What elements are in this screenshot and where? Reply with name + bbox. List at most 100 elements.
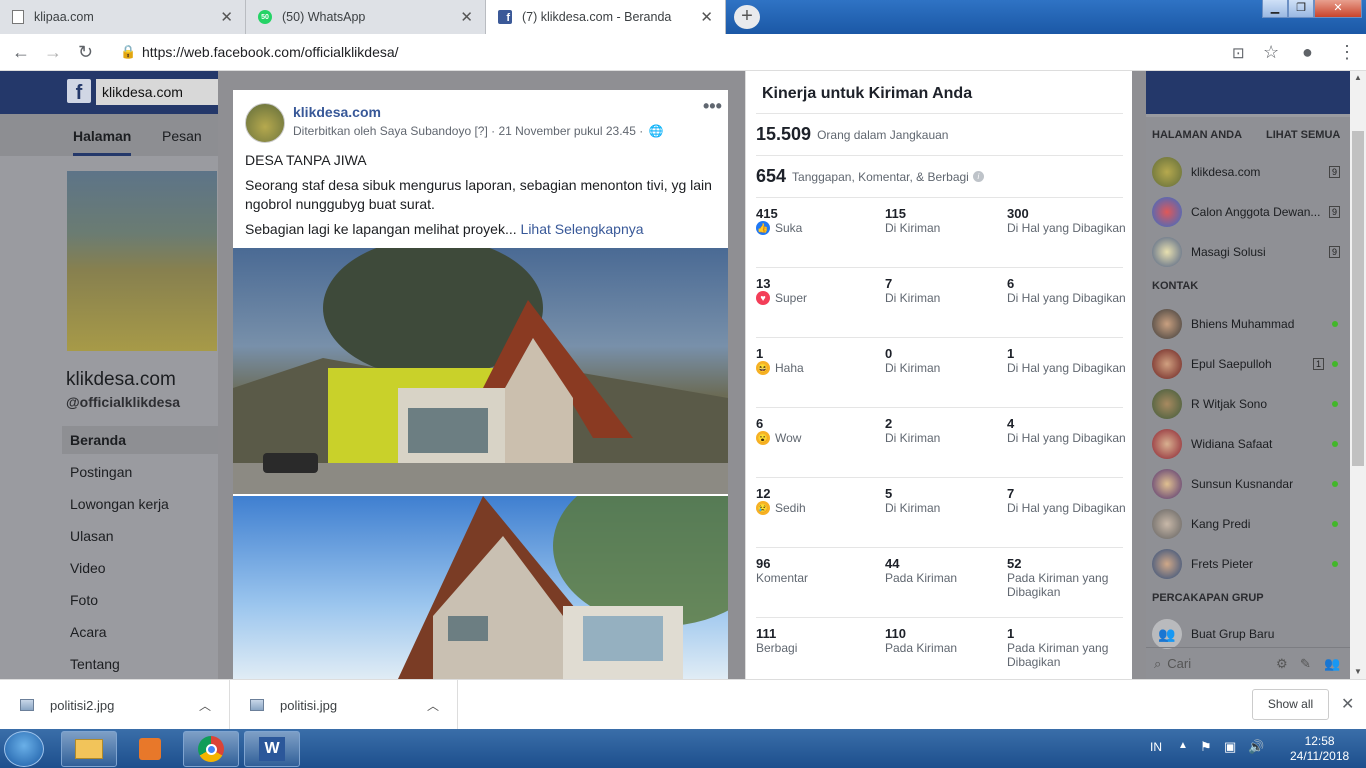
contact-name: Epul Saepulloh <box>1191 357 1272 371</box>
stat-on-shares-label: Di Hal yang Dibagikan <box>1007 361 1126 375</box>
see-all-link[interactable]: LIHAT SEMUA <box>1266 129 1340 141</box>
tab-facebook[interactable]: f (7) klikdesa.com - Beranda ✕ <box>486 0 726 34</box>
stat-label: Berbagi <box>756 641 798 655</box>
facebook-search-input[interactable]: klikdesa.com <box>96 79 218 105</box>
scroll-down-icon[interactable]: ▼ <box>1354 667 1362 676</box>
stat-row-comments: 96 Komentar 44 Pada Kiriman 52 Pada Kiriman… <box>756 547 1123 617</box>
page-avatar[interactable] <box>245 103 285 143</box>
tray-expand-icon[interactable]: ▲ <box>1178 740 1188 751</box>
browser-toolbar: ← → ↻ 🔒 https://web.facebook.com/officia… <box>0 34 1366 71</box>
new-tab-button[interactable]: + <box>734 5 760 29</box>
close-icon[interactable]: ✕ <box>1341 694 1354 714</box>
nav-postingan[interactable]: Postingan <box>62 458 218 486</box>
contact-name: Kang Predi <box>1191 517 1251 531</box>
stat-row-wow: 6 😮 Wow 2 Di Kiriman 4 Di Hal yang Dibagikan <box>756 407 1126 477</box>
contact-item[interactable]: Frets Pieter <box>1152 547 1342 581</box>
device-icon[interactable]: ▣ <box>1224 739 1236 755</box>
forward-icon[interactable]: → <box>44 42 62 63</box>
post-page-name[interactable]: klikdesa.com <box>293 104 381 120</box>
more-options-icon[interactable]: ••• <box>703 96 722 117</box>
download-item[interactable]: politisi.jpg ︿ <box>230 680 458 730</box>
tab-whatsapp[interactable]: 50 (50) WhatsApp ✕ <box>246 0 486 34</box>
translate-icon[interactable]: ⊡ <box>1232 44 1245 62</box>
download-item[interactable]: politisi2.jpg ︿ <box>0 680 230 730</box>
your-pages-header: HALAMAN ANDA <box>1152 129 1243 141</box>
tab-pesan[interactable]: Pesan <box>162 128 202 144</box>
file-explorer-icon[interactable] <box>61 731 117 767</box>
scrollbar-thumb[interactable] <box>1352 131 1364 466</box>
nav-acara[interactable]: Acara <box>62 618 218 646</box>
contact-item[interactable]: R Witjak Sono <box>1152 387 1342 421</box>
back-icon[interactable]: ← <box>12 42 30 63</box>
contact-item[interactable]: Sunsun Kusnandar <box>1152 467 1342 501</box>
action-center-icon[interactable]: ⚑ <box>1200 739 1212 755</box>
sidebar-page-item[interactable]: Masagi Solusi 9 <box>1152 235 1342 269</box>
page-profile-picture[interactable] <box>67 171 217 351</box>
stat-on-shares-label: Pada Kiriman yang Dibagikan <box>1007 641 1109 669</box>
contact-item[interactable]: Kang Predi <box>1152 507 1342 541</box>
clock[interactable]: 12:58 24/11/2018 <box>1290 734 1349 764</box>
stat-row-haha: 1 😆 Haha 0 Di Kiriman 1 Di Hal yang Dibagika… <box>756 337 1126 407</box>
address-bar[interactable]: https://web.facebook.com/officialklikdes… <box>142 44 399 60</box>
facebook-logo-icon[interactable]: f <box>67 79 91 104</box>
contact-item[interactable]: Epul Saepulloh 1 <box>1152 347 1342 381</box>
stat-on-post-label: Di Kiriman <box>885 431 941 445</box>
nav-tentang[interactable]: Tentang <box>62 650 218 678</box>
close-icon[interactable]: ✕ <box>460 8 473 26</box>
post-image[interactable] <box>233 248 728 494</box>
contact-item[interactable]: Bhiens Muhammad <box>1152 307 1342 341</box>
contact-item[interactable]: Widiana Safaat <box>1152 427 1342 461</box>
scroll-up-icon[interactable]: ▲ <box>1354 73 1362 82</box>
minimize-button[interactable]: ▁ <box>1262 0 1288 18</box>
sidebar-page-item[interactable]: klikdesa.com 9 <box>1152 155 1342 189</box>
page-scrollbar[interactable]: ▲ ▼ <box>1350 71 1366 679</box>
new-group-item[interactable]: 👥 Buat Grup Baru <box>1152 617 1342 651</box>
see-more-link[interactable]: Lihat Selengkapnya <box>521 221 644 237</box>
word-icon[interactable]: W <box>244 731 300 767</box>
browser-tab-strip: klipaa.com ✕ 50 (50) WhatsApp ✕ f (7) kl… <box>0 0 1366 34</box>
tab-halaman[interactable]: Halaman <box>73 128 132 156</box>
info-icon[interactable]: i <box>972 171 984 182</box>
tab-klipaa[interactable]: klipaa.com ✕ <box>0 0 246 34</box>
chevron-up-icon[interactable]: ︿ <box>427 697 439 714</box>
nav-lowongan-kerja[interactable]: Lowongan kerja <box>62 490 218 518</box>
page-item-name: Masagi Solusi <box>1191 245 1266 259</box>
post-image[interactable] <box>233 496 728 679</box>
close-icon[interactable]: ✕ <box>220 8 233 26</box>
language-indicator[interactable]: IN <box>1150 740 1162 754</box>
stat-on-post-label: Pada Kiriman <box>885 571 958 585</box>
new-group-label: Buat Grup Baru <box>1191 627 1275 641</box>
stat-row-shares: 111 Berbagi 110 Pada Kiriman 1 Pada Kiriman… <box>756 617 1123 679</box>
gear-icon[interactable]: ⚙ <box>1276 656 1288 672</box>
media-player-icon[interactable] <box>122 731 178 767</box>
menu-icon[interactable]: ⋮ <box>1338 42 1356 63</box>
stat-total: 1 <box>756 346 764 361</box>
stat-label: Komentar <box>756 571 809 585</box>
window-close-button[interactable]: ✕ <box>1314 0 1362 18</box>
volume-icon[interactable]: 🔊 <box>1248 739 1264 755</box>
stat-on-post: 7 <box>885 276 893 291</box>
start-button[interactable] <box>4 731 44 767</box>
nav-foto[interactable]: Foto <box>62 586 218 614</box>
nav-beranda[interactable]: Beranda <box>62 426 218 454</box>
bookmark-star-icon[interactable]: ☆ <box>1263 42 1279 63</box>
avatar <box>1152 469 1182 499</box>
show-all-button[interactable]: Show all <box>1252 689 1329 720</box>
stat-on-post-label: Di Kiriman <box>885 501 941 515</box>
chrome-icon[interactable] <box>183 731 239 767</box>
reload-icon[interactable]: ↻ <box>78 42 93 63</box>
stat-total: 96 <box>756 556 771 571</box>
close-icon[interactable]: ✕ <box>700 8 713 26</box>
tab-title: (7) klikdesa.com - Beranda <box>522 10 672 24</box>
sidebar-page-item[interactable]: Calon Anggota Dewan... 9 <box>1152 195 1342 229</box>
profile-icon[interactable]: ● <box>1302 42 1313 63</box>
online-indicator <box>1332 441 1338 447</box>
nav-ulasan[interactable]: Ulasan <box>62 522 218 550</box>
people-icon[interactable]: 👥 <box>1324 656 1340 672</box>
nav-video[interactable]: Video <box>62 554 218 582</box>
chevron-up-icon[interactable]: ︿ <box>199 697 211 714</box>
maximize-button[interactable]: ❐ <box>1288 0 1314 18</box>
compose-icon[interactable]: ✎ <box>1300 656 1311 672</box>
stat-on-post-label: Di Kiriman <box>885 291 941 305</box>
chat-search-input[interactable]: Cari <box>1167 656 1191 671</box>
